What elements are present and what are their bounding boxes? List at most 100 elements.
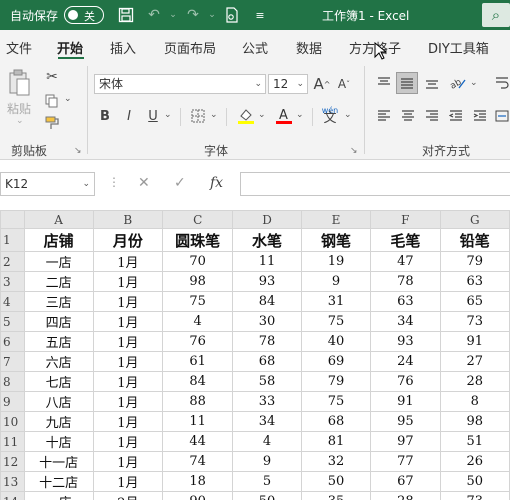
cell[interactable]: 11 [232, 251, 302, 273]
paste-icon[interactable] [6, 68, 32, 98]
cell[interactable]: 84 [232, 291, 302, 313]
cell[interactable]: 84 [162, 371, 234, 393]
cell[interactable]: 73 [439, 491, 510, 500]
cell[interactable]: 8 [439, 391, 510, 413]
row-header[interactable]: 2 [0, 251, 25, 273]
cell[interactable]: 63 [439, 271, 510, 293]
decrease-indent-icon[interactable] [446, 106, 466, 126]
cell[interactable]: 24 [370, 351, 441, 373]
cell[interactable]: 32 [300, 451, 372, 473]
row-header[interactable]: 1 [0, 228, 25, 253]
cell[interactable]: 七店 [23, 371, 94, 393]
tab-formulas[interactable]: 公式 [242, 38, 268, 57]
header-cell[interactable]: 圆珠笔 [162, 228, 234, 253]
cell[interactable]: 61 [162, 351, 234, 373]
decrease-font-size-icon[interactable]: Aˇ [334, 74, 354, 94]
header-cell[interactable]: 月份 [92, 228, 164, 253]
cancel-icon[interactable]: ✕ [138, 175, 150, 191]
insert-function-button[interactable]: fx [210, 175, 223, 191]
cell[interactable]: 68 [232, 351, 302, 373]
row-header[interactable]: 9 [0, 391, 25, 413]
row-header[interactable]: 6 [0, 331, 25, 353]
align-left-icon[interactable] [374, 106, 394, 126]
row-header[interactable]: 10 [0, 411, 25, 433]
cell[interactable]: 74 [162, 451, 234, 473]
row-header[interactable]: 14 [0, 491, 25, 500]
font-name-select[interactable]: 宋体 ⌄ [94, 74, 266, 94]
format-painter-icon[interactable] [42, 114, 62, 132]
cell[interactable]: 70 [162, 251, 234, 273]
column-header[interactable]: B [92, 210, 164, 230]
cell[interactable]: 50 [439, 471, 510, 493]
cell[interactable]: 63 [370, 291, 441, 313]
cell[interactable]: 44 [162, 431, 234, 453]
cell[interactable]: 98 [162, 271, 234, 293]
cell[interactable]: 三店 [23, 291, 94, 313]
cell[interactable]: 97 [370, 431, 441, 453]
cell[interactable]: 91 [439, 331, 510, 353]
column-header[interactable]: E [300, 210, 372, 230]
clipboard-launcher-icon[interactable]: ↘ [74, 146, 82, 156]
phonetic-dropdown-icon[interactable]: ⌄ [344, 110, 352, 120]
cell[interactable]: 67 [370, 471, 441, 493]
redo-icon[interactable]: ↷ [183, 6, 203, 24]
copy-dropdown-icon[interactable]: ⌄ [64, 94, 72, 104]
cell[interactable]: 90 [162, 491, 234, 500]
redo-dropdown-icon[interactable]: ⌄ [202, 6, 222, 24]
cell-table[interactable]: A B C D E F G 1 店铺 月份 圆珠笔 水笔 钢笔 毛笔 铅笔 2 一店 1月 70 11 1… [0, 210, 510, 500]
formula-input[interactable] [240, 172, 510, 196]
save-icon[interactable] [116, 6, 136, 24]
cell[interactable]: 1月 [92, 431, 164, 453]
cell[interactable]: 34 [232, 411, 302, 433]
increase-font-size-icon[interactable]: A ^ [312, 74, 332, 94]
cell[interactable]: 51 [439, 431, 510, 453]
tab-page-layout[interactable]: 页面布局 [164, 38, 216, 57]
cell[interactable]: 65 [439, 291, 510, 313]
cell[interactable]: 九店 [23, 411, 94, 433]
cell[interactable]: 十二店 [23, 471, 94, 493]
cell[interactable]: 27 [439, 351, 510, 373]
cell[interactable]: 81 [300, 431, 372, 453]
row-header[interactable]: 7 [0, 351, 25, 373]
cell[interactable]: 35 [300, 491, 372, 500]
cell[interactable]: 28 [439, 371, 510, 393]
underline-dropdown-icon[interactable]: ⌄ [164, 110, 172, 120]
tab-diy-toolbox[interactable]: DIY工具箱 [428, 38, 489, 57]
column-header[interactable]: C [162, 210, 234, 230]
select-all-corner[interactable] [0, 210, 25, 230]
font-color-icon[interactable]: A [274, 106, 294, 126]
cell[interactable]: 95 [370, 411, 441, 433]
orientation-dropdown-icon[interactable]: ⌄ [470, 78, 478, 88]
align-right-icon[interactable] [422, 106, 442, 126]
header-cell[interactable]: 钢笔 [300, 228, 372, 253]
cell[interactable]: 11 [162, 411, 234, 433]
cell[interactable]: 26 [439, 451, 510, 473]
borders-icon[interactable] [188, 106, 208, 126]
enter-icon[interactable]: ✓ [174, 175, 186, 191]
paste-dropdown-icon[interactable]: ⌄ [16, 116, 24, 126]
row-header[interactable]: 4 [0, 291, 25, 313]
cell[interactable]: 93 [370, 331, 441, 353]
cell[interactable]: 98 [439, 411, 510, 433]
cell[interactable]: 47 [370, 251, 441, 273]
cell[interactable]: 31 [300, 291, 372, 313]
tab-home[interactable]: 开始 [57, 38, 83, 57]
cell[interactable]: 78 [232, 331, 302, 353]
cell[interactable]: 9 [232, 451, 302, 473]
cell[interactable]: 75 [300, 311, 372, 333]
align-center-icon[interactable] [398, 106, 418, 126]
align-middle-icon[interactable] [396, 72, 418, 94]
merge-center-icon[interactable] [494, 106, 510, 126]
customize-qat-icon[interactable]: ≡ [250, 6, 270, 24]
fill-color-dropdown-icon[interactable]: ⌄ [258, 110, 266, 120]
cell[interactable]: 六店 [23, 351, 94, 373]
cell[interactable]: 4 [232, 431, 302, 453]
header-cell[interactable]: 毛笔 [370, 228, 441, 253]
cell[interactable]: 93 [232, 271, 302, 293]
cell[interactable]: 1月 [92, 391, 164, 413]
header-cell[interactable]: 店铺 [23, 228, 94, 253]
cell[interactable]: 1月 [92, 411, 164, 433]
align-bottom-icon[interactable] [422, 74, 442, 92]
row-header[interactable]: 13 [0, 471, 25, 493]
cell[interactable]: 69 [300, 351, 372, 373]
